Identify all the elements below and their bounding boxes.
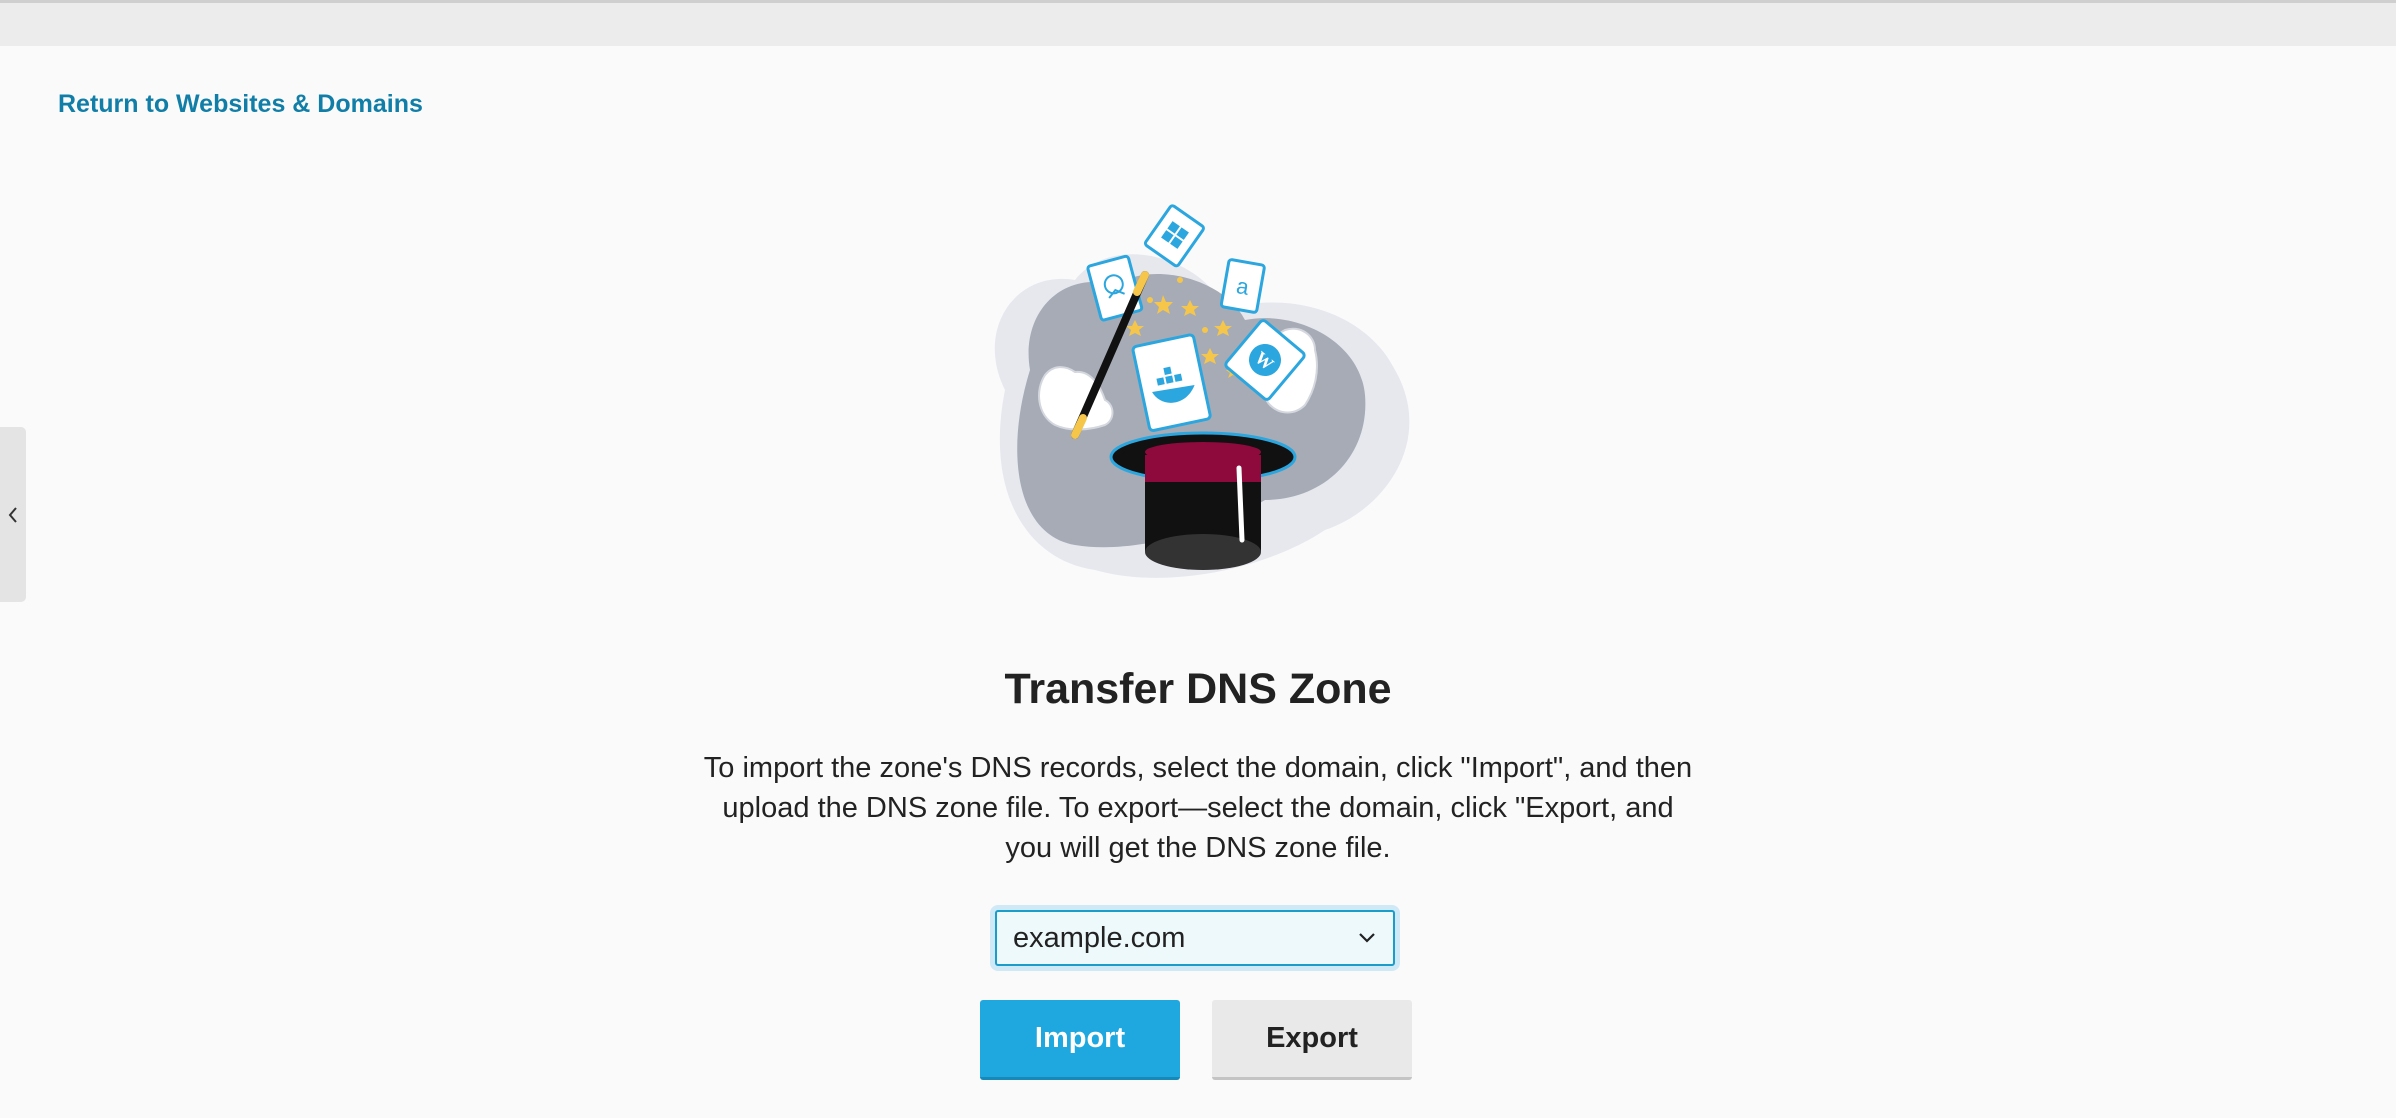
chevron-left-icon (8, 506, 17, 523)
return-to-websites-domains-link[interactable]: Return to Websites & Domains (58, 90, 423, 119)
import-button[interactable]: Import (980, 1000, 1180, 1080)
domain-select-value: example.com (1013, 921, 1186, 954)
domain-select[interactable]: example.com (995, 910, 1395, 966)
magic-hat-illustration: a W (965, 200, 1425, 600)
sidebar-toggle-button[interactable] (0, 427, 26, 602)
page-description: To import the zone's DNS records, select… (703, 752, 1693, 864)
page-title: Transfer DNS Zone (1004, 665, 1392, 713)
export-button[interactable]: Export (1212, 1000, 1412, 1080)
top-bar (0, 0, 2396, 46)
domain-select-focus-ring: example.com (990, 905, 1400, 971)
chevron-down-icon (1359, 933, 1375, 943)
